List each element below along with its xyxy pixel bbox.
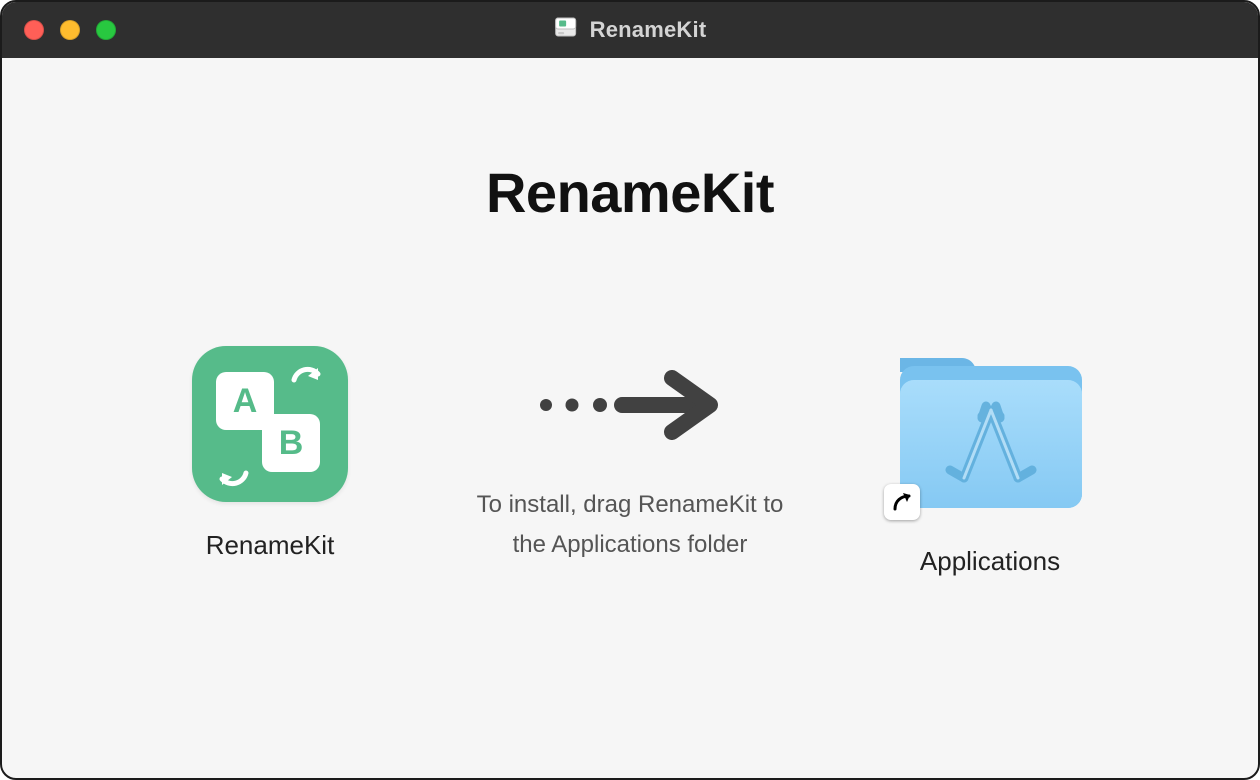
title-center: RenameKit xyxy=(554,15,707,45)
applications-folder[interactable] xyxy=(890,346,1090,518)
content-area: RenameKit A B xyxy=(2,58,1258,778)
traffic-lights xyxy=(24,20,116,40)
app-icon-tile-b: B xyxy=(262,414,320,472)
swap-arrow-icon xyxy=(212,442,252,487)
page-title: RenameKit xyxy=(2,160,1258,225)
instruction-column: To install, drag RenameKit to the Applic… xyxy=(450,346,810,564)
app-column: A B RenameKit xyxy=(90,346,450,561)
alias-badge-icon xyxy=(884,484,920,520)
install-row: A B RenameKit xyxy=(2,346,1258,577)
dmg-window: RenameKit RenameKit A B xyxy=(0,0,1260,780)
app-icon-label: RenameKit xyxy=(206,530,335,561)
window-title: RenameKit xyxy=(590,17,707,43)
app-icon[interactable]: A B xyxy=(192,346,348,502)
folder-icon xyxy=(890,346,1090,518)
swap-arrow-icon xyxy=(288,366,328,411)
destination-column: Applications xyxy=(810,346,1170,577)
titlebar: RenameKit xyxy=(2,2,1258,58)
close-button[interactable] xyxy=(24,20,44,40)
disk-icon xyxy=(554,15,578,45)
zoom-button[interactable] xyxy=(96,20,116,40)
install-instruction: To install, drag RenameKit to the Applic… xyxy=(470,485,790,564)
drag-arrow-icon xyxy=(530,370,730,445)
minimize-button[interactable] xyxy=(60,20,80,40)
destination-label: Applications xyxy=(920,546,1060,577)
